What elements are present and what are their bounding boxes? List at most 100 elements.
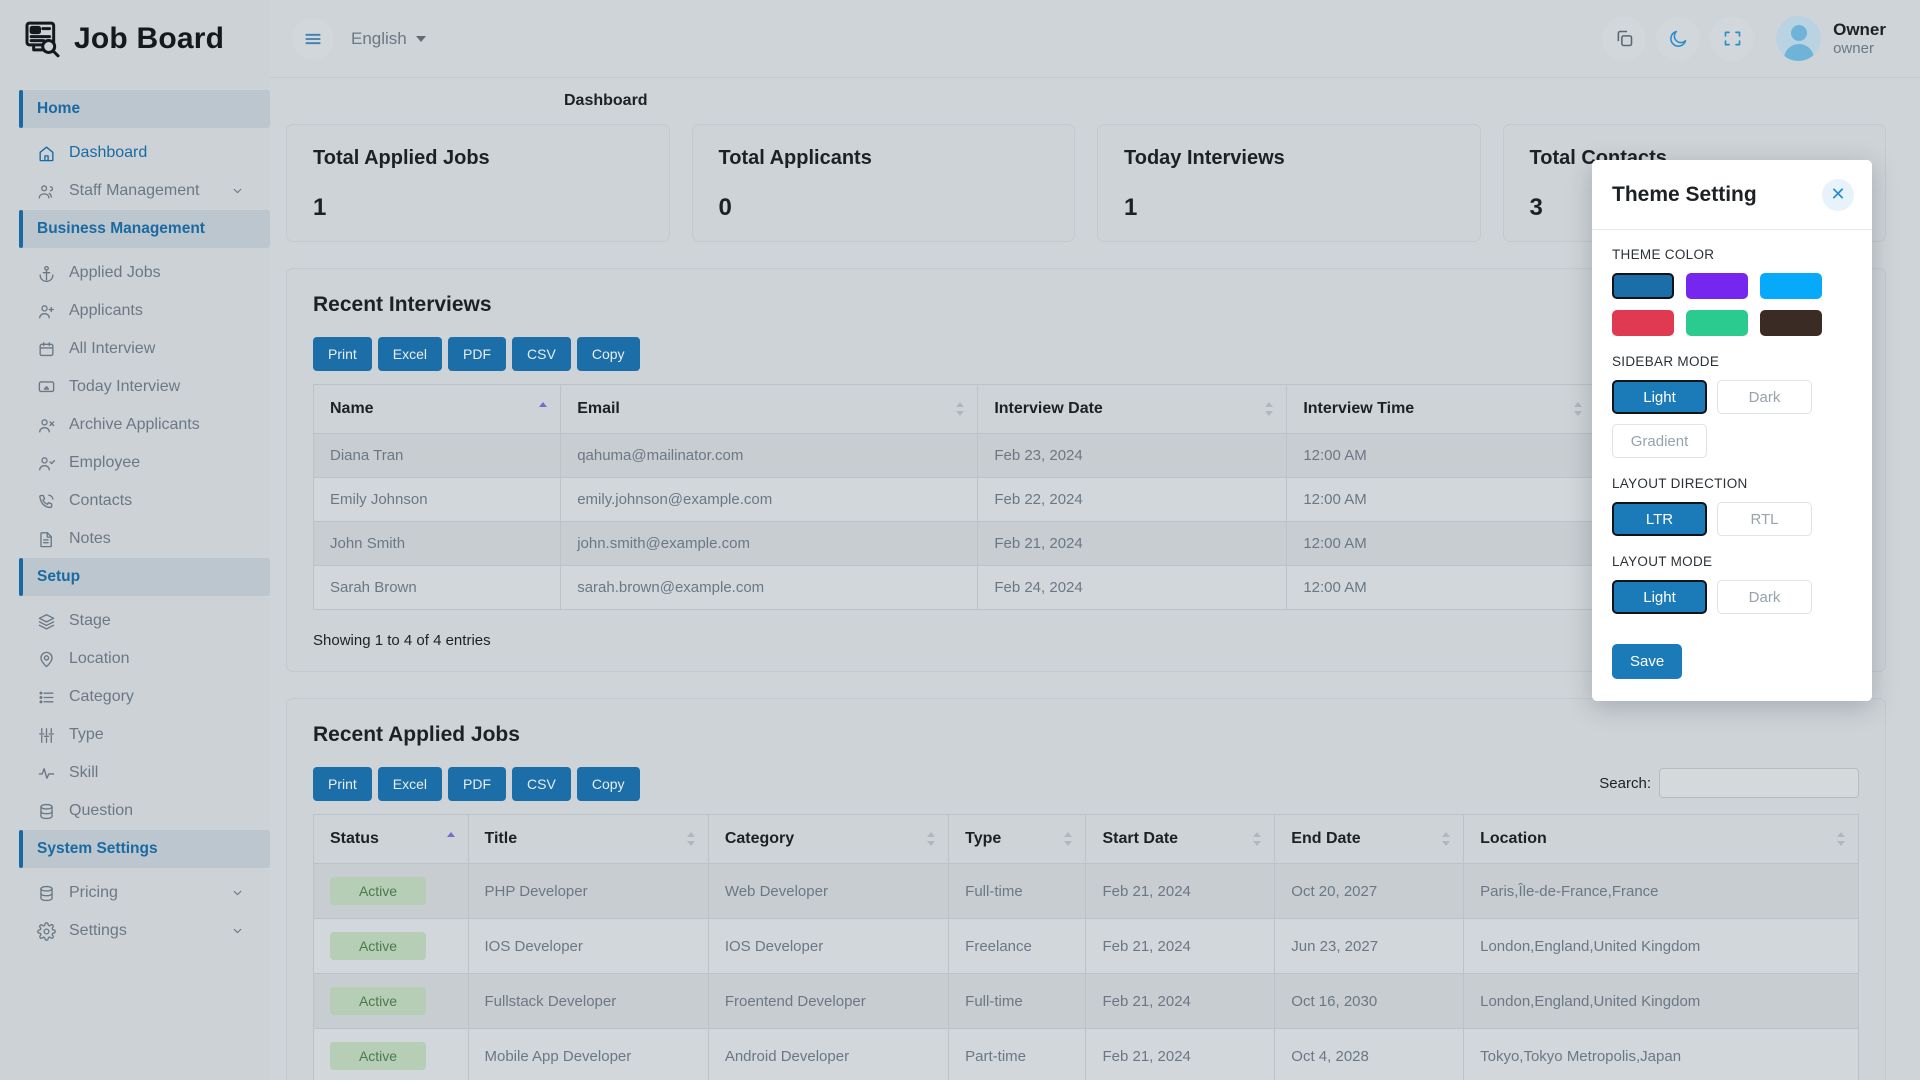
sidebar-item-employee[interactable]: Employee [0, 444, 270, 482]
column-header-end-date[interactable]: End Date [1274, 814, 1465, 864]
sidebar-item-contacts[interactable]: Contacts [0, 482, 270, 520]
language-selector[interactable]: English [351, 29, 426, 49]
column-header-label: Name [330, 400, 374, 417]
breadcrumb: Dashboard [270, 78, 1920, 124]
copy-button[interactable]: Copy [576, 337, 640, 371]
option-light[interactable]: Light [1612, 380, 1707, 414]
sort-icon[interactable] [927, 832, 936, 846]
column-header-category[interactable]: Category [707, 814, 950, 864]
theme-color-swatch[interactable] [1612, 273, 1674, 299]
option-rtl[interactable]: RTL [1717, 502, 1812, 536]
sidebar-heading-business-management: Business Management [19, 210, 270, 248]
sidebar-item-dashboard[interactable]: Dashboard [0, 134, 270, 172]
sidebar-item-staff-management[interactable]: Staff Management [0, 172, 270, 210]
theme-color-swatch[interactable] [1760, 273, 1822, 299]
close-icon[interactable]: ✕ [1822, 178, 1854, 211]
csv-button[interactable]: CSV [512, 337, 571, 371]
column-header-label: Start Date [1102, 830, 1179, 847]
excel-button[interactable]: Excel [377, 767, 443, 801]
sidebar-item-pricing[interactable]: Pricing [0, 874, 270, 912]
job-board-logo-icon [22, 19, 62, 59]
column-header-label: Type [965, 830, 1002, 847]
sidebar-item-question[interactable]: Question [0, 792, 270, 830]
stat-card: Total Applicants 0 [691, 124, 1075, 242]
sidebar-item-stage[interactable]: Stage [0, 602, 270, 640]
user-menu[interactable]: Owner owner [1776, 16, 1886, 61]
sidebar-item-label: Applicants [69, 302, 143, 319]
sort-icon[interactable] [1837, 832, 1846, 846]
sidebar-item-archive-applicants[interactable]: Archive Applicants [0, 406, 270, 444]
sort-ascending-icon[interactable] [539, 402, 548, 416]
pdf-button[interactable]: PDF [448, 767, 507, 801]
table-cell: IOS Developer [467, 918, 709, 974]
save-button[interactable]: Save [1612, 644, 1683, 679]
moon-icon[interactable] [1656, 16, 1701, 61]
column-header-type[interactable]: Type [948, 814, 1087, 864]
layout-mode-label: LAYOUT MODE [1612, 554, 1713, 569]
theme-color-swatch[interactable] [1686, 273, 1748, 299]
avatar-head [1790, 25, 1807, 41]
main-area: English Owner owner Dashboard Total Appl… [270, 0, 1920, 1080]
option-ltr[interactable]: LTR [1612, 502, 1707, 536]
column-header-status[interactable]: Status [313, 814, 469, 864]
brand[interactable]: Job Board [0, 0, 270, 78]
topbar: English Owner owner [270, 0, 1920, 78]
option-light[interactable]: Light [1612, 580, 1707, 614]
sidebar-item-notes[interactable]: Notes [0, 520, 270, 558]
sidebar-item-label: Settings [69, 922, 127, 939]
sort-icon[interactable] [1442, 832, 1451, 846]
excel-button[interactable]: Excel [377, 337, 443, 371]
column-header-location[interactable]: Location [1463, 814, 1859, 864]
column-header-email[interactable]: Email [560, 384, 979, 434]
search-label-jobs: Search: [1599, 774, 1651, 792]
sidebar-item-applied-jobs[interactable]: Applied Jobs [0, 254, 270, 292]
fullscreen-icon[interactable] [1710, 16, 1755, 61]
chevron-down-icon [415, 35, 426, 42]
column-header-interview-date[interactable]: Interview Date [977, 384, 1288, 434]
sort-icon[interactable] [1064, 832, 1073, 846]
sort-icon[interactable] [1253, 832, 1262, 846]
sidebar-item-settings[interactable]: Settings [0, 912, 270, 950]
sidebar-item-today-interview[interactable]: Today Interview [0, 368, 270, 406]
hamburger-icon[interactable] [292, 17, 334, 60]
csv-button[interactable]: CSV [512, 767, 571, 801]
sidebar-item-type[interactable]: Type [0, 716, 270, 754]
option-dark[interactable]: Dark [1717, 380, 1812, 414]
column-header-name[interactable]: Name [312, 384, 562, 434]
column-header-interview-time[interactable]: Interview Time [1286, 384, 1597, 434]
pdf-button[interactable]: PDF [448, 337, 507, 371]
sidebar-item-all-interview[interactable]: All Interview [0, 330, 270, 368]
search-input-jobs[interactable] [1659, 768, 1859, 798]
sort-icon[interactable] [956, 402, 965, 416]
option-dark[interactable]: Dark [1717, 580, 1812, 614]
column-header-title[interactable]: Title [467, 814, 709, 864]
table-cell: Diana Tran [312, 433, 562, 478]
print-button[interactable]: Print [313, 337, 372, 371]
sort-icon[interactable] [1265, 402, 1274, 416]
sort-icon[interactable] [686, 832, 696, 846]
table-cell: Feb 21, 2024 [1085, 1028, 1276, 1080]
option-gradient[interactable]: Gradient [1612, 424, 1707, 458]
sidebar-item-category[interactable]: Category [0, 678, 270, 716]
copy-button[interactable]: Copy [576, 767, 640, 801]
sidebar-item-applicants[interactable]: Applicants [0, 292, 270, 330]
sidebar-item-location[interactable]: Location [0, 640, 270, 678]
table-cell: Part-time [948, 1028, 1087, 1080]
sort-ascending-icon[interactable] [446, 832, 456, 846]
list-icon [37, 688, 56, 707]
sidebar-item-label: Question [69, 802, 134, 819]
activity-icon [37, 764, 56, 783]
theme-color-swatch[interactable] [1686, 310, 1748, 336]
table-cell: Feb 24, 2024 [977, 565, 1288, 610]
user-info: Owner owner [1833, 20, 1886, 57]
theme-color-swatch[interactable] [1612, 310, 1674, 336]
sort-icon[interactable] [1574, 402, 1583, 416]
copy-icon[interactable] [1602, 16, 1647, 61]
table-cell: john.smith@example.com [560, 521, 979, 566]
sidebar-item-label: Location [69, 650, 130, 667]
sidebar-item-skill[interactable]: Skill [0, 754, 270, 792]
column-header-start-date[interactable]: Start Date [1085, 814, 1276, 864]
stat-value: 1 [313, 194, 327, 221]
print-button[interactable]: Print [313, 767, 372, 801]
theme-color-swatch[interactable] [1760, 310, 1822, 336]
